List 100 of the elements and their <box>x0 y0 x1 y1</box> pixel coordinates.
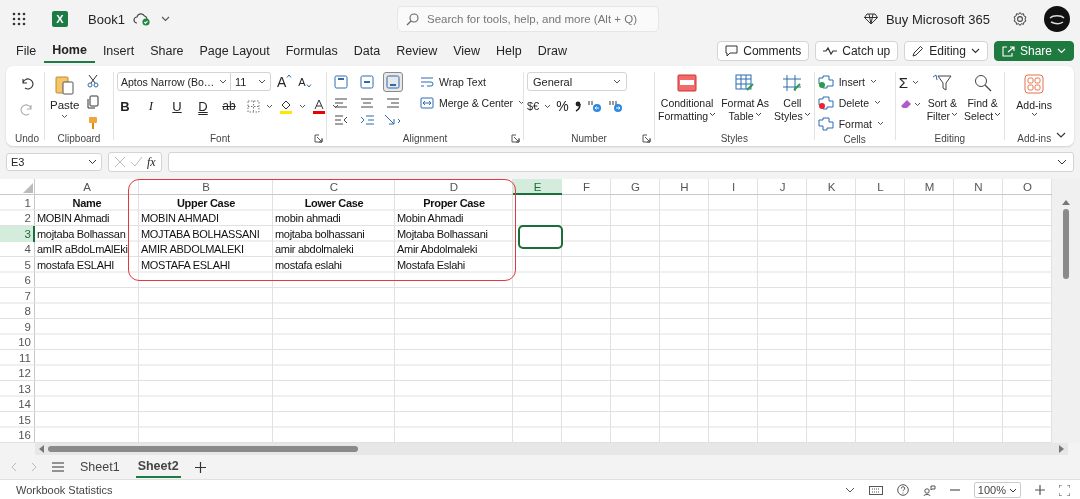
column-header[interactable]: J <box>758 179 807 195</box>
column-header[interactable]: L <box>856 179 905 195</box>
cell-styles-button[interactable]: Cell Styles <box>774 72 811 123</box>
dialog-launcher-icon[interactable] <box>642 134 651 143</box>
settings-icon[interactable] <box>1012 11 1028 27</box>
font-style-button[interactable]: D <box>195 98 211 114</box>
row-header[interactable]: 12 <box>0 365 35 381</box>
zoom-dropdown[interactable]: 100% <box>973 482 1021 498</box>
text-align-icon[interactable] <box>386 97 400 109</box>
decrease-indent-icon[interactable] <box>334 114 348 126</box>
scroll-right-icon[interactable] <box>1059 445 1065 453</box>
menu-tab[interactable]: File <box>8 39 45 63</box>
find-select-button[interactable]: Find & Select <box>964 72 1002 123</box>
catch-up-button[interactable]: Catch up <box>815 41 899 61</box>
row-header[interactable]: 8 <box>0 303 35 319</box>
insert-function-button[interactable]: fx <box>147 154 156 170</box>
font-style-button[interactable]: B <box>117 98 133 114</box>
delete-cells-button[interactable]: Delete <box>817 93 881 112</box>
increase-indent-icon[interactable] <box>360 114 374 126</box>
sort-filter-button[interactable]: Sort & Filter <box>926 72 958 123</box>
merge-center-button[interactable]: Merge & Center <box>420 93 526 112</box>
brush-icon[interactable] <box>87 116 100 130</box>
chevron-down-icon[interactable] <box>299 103 306 109</box>
paste-button[interactable]: Paste <box>48 72 82 121</box>
zoom-in-icon[interactable] <box>1035 485 1045 495</box>
column-header[interactable]: E <box>513 179 562 195</box>
row-header[interactable]: 5 <box>0 257 35 273</box>
copy-icon[interactable] <box>87 95 100 109</box>
row-header[interactable]: 2 <box>0 210 35 226</box>
help-icon[interactable] <box>896 484 909 496</box>
add-ins-button[interactable]: Add-ins <box>1016 72 1052 117</box>
menu-tab[interactable]: Help <box>488 39 530 63</box>
row-header[interactable]: 13 <box>0 381 35 397</box>
column-header[interactable]: M <box>905 179 954 195</box>
row-header[interactable]: 7 <box>0 288 35 304</box>
decrease-decimal-icon[interactable] <box>586 99 603 113</box>
format-cells-button[interactable]: Format <box>817 114 884 133</box>
active-cell[interactable] <box>519 226 562 248</box>
column-header[interactable]: A <box>35 179 139 195</box>
app-launcher-icon[interactable] <box>12 12 26 26</box>
wrap-text-button[interactable]: Wrap Text <box>420 72 486 91</box>
row-header[interactable]: 14 <box>0 396 35 412</box>
menu-tab[interactable]: Insert <box>94 39 143 63</box>
row-header[interactable]: 15 <box>0 412 35 428</box>
comma-style-icon[interactable] <box>573 100 582 112</box>
menu-tab[interactable]: View <box>445 39 489 63</box>
vertical-align-button[interactable] <box>331 72 351 92</box>
column-header[interactable]: G <box>611 179 660 195</box>
column-header[interactable]: I <box>709 179 758 195</box>
keyboard-icon[interactable] <box>868 485 883 495</box>
menu-tab[interactable]: Data <box>345 39 389 63</box>
fullscreen-icon[interactable] <box>1059 484 1070 496</box>
text-align-icon[interactable] <box>334 97 348 109</box>
scroll-up-icon[interactable] <box>1062 199 1070 205</box>
fill-color-icon[interactable] <box>279 98 293 114</box>
text-orientation-icon[interactable] <box>384 114 402 126</box>
font-size-dropdown[interactable]: 11 <box>231 72 271 91</box>
add-icon[interactable] <box>194 461 206 473</box>
formula-input[interactable] <box>167 152 1074 172</box>
menu-tab[interactable]: Page Layout <box>191 39 278 63</box>
excel-logo[interactable]: X <box>52 11 68 27</box>
borders-icon[interactable] <box>247 99 260 113</box>
feedback-icon[interactable] <box>922 484 936 496</box>
insert-cells-button[interactable]: Insert <box>817 72 877 91</box>
comments-button[interactable]: Comments <box>717 41 810 61</box>
menu-icon[interactable] <box>52 462 64 472</box>
chevron-down-icon[interactable] <box>544 103 552 109</box>
font-style-button[interactable]: U <box>169 98 185 114</box>
chevron-down-icon[interactable] <box>160 16 170 22</box>
vertical-scrollbar[interactable] <box>1052 179 1080 443</box>
sheet-tab[interactable]: Sheet1 <box>78 456 122 478</box>
conditional-formatting-button[interactable]: Conditional Formatting <box>658 72 717 123</box>
column-header[interactable]: D <box>395 179 513 195</box>
menu-tab[interactable]: Home <box>44 39 95 63</box>
scroll-left-icon[interactable] <box>38 445 44 453</box>
column-header[interactable]: N <box>954 179 1003 195</box>
scissors-icon[interactable] <box>87 74 100 88</box>
avatar[interactable] <box>1044 6 1070 32</box>
number-format-dropdown[interactable]: General <box>527 72 627 91</box>
column-header[interactable]: O <box>1003 179 1052 195</box>
name-box[interactable]: E3 <box>6 153 102 171</box>
row-header[interactable]: 11 <box>0 350 35 366</box>
document-title[interactable]: Book1 <box>88 11 125 27</box>
cloud-check-icon[interactable] <box>132 12 153 26</box>
percent-button[interactable]: % <box>556 98 569 114</box>
row-header[interactable]: 9 <box>0 319 35 335</box>
font-style-button[interactable]: ab <box>221 99 237 113</box>
menu-tab[interactable]: Formulas <box>277 39 346 63</box>
decrease-font-button[interactable]: A <box>298 75 312 88</box>
buy-link[interactable]: Buy Microsoft 365 <box>885 11 990 27</box>
font-color-icon[interactable] <box>312 98 326 114</box>
check-icon[interactable] <box>130 156 143 168</box>
column-header[interactable]: H <box>660 179 709 195</box>
vertical-align-button[interactable] <box>357 72 377 92</box>
increase-font-button[interactable]: A <box>277 73 293 90</box>
text-align-icon[interactable] <box>360 97 374 109</box>
row-header[interactable]: 6 <box>0 272 35 288</box>
search-field[interactable]: Search for tools, help, and more (Alt + Q) <box>397 6 659 32</box>
menu-tab[interactable]: Review <box>388 39 446 63</box>
column-header[interactable]: F <box>562 179 611 195</box>
